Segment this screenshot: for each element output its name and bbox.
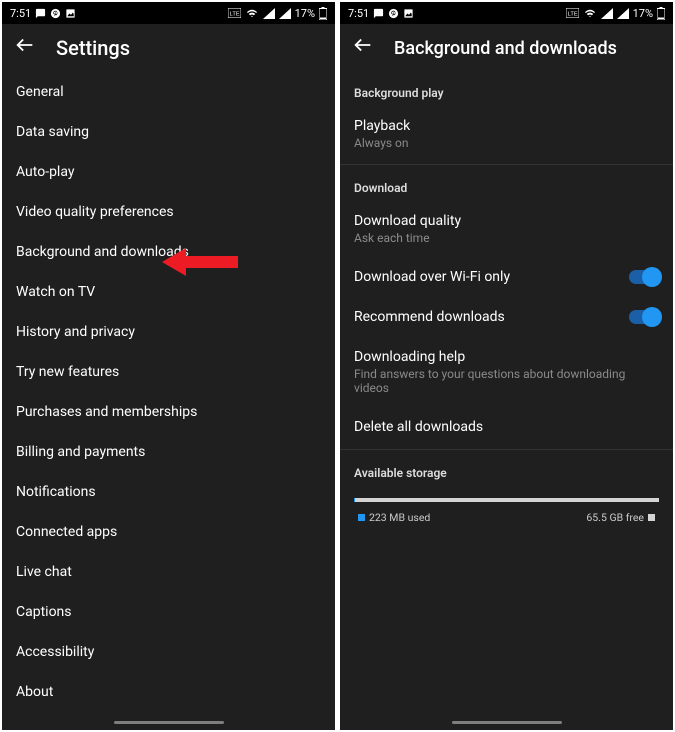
item-watch-tv[interactable]: Watch on TV <box>2 272 335 312</box>
item-about[interactable]: About <box>2 672 335 712</box>
signal-icon-1 <box>601 8 613 19</box>
status-time: 7:51 <box>10 7 31 20</box>
status-battery: 17% <box>295 7 315 20</box>
phone-background-downloads: 7:51 LTE 17% Background and downloads Ba… <box>340 2 673 730</box>
item-data-saving[interactable]: Data saving <box>2 112 335 152</box>
item-connected-apps[interactable]: Connected apps <box>2 512 335 552</box>
item-history-privacy[interactable]: History and privacy <box>2 312 335 352</box>
item-captions[interactable]: Captions <box>2 592 335 632</box>
help-sub: Find answers to your questions about dow… <box>354 367 659 395</box>
lte-icon: LTE <box>566 8 579 18</box>
page-title: Settings <box>56 36 130 60</box>
item-wifi-only[interactable]: Download over Wi-Fi only <box>340 257 673 297</box>
item-playback[interactable]: Playback Always on <box>340 106 673 162</box>
app-bar: Background and downloads <box>340 24 673 72</box>
nav-bar[interactable] <box>2 717 335 727</box>
message-icon <box>373 8 384 19</box>
recommend-toggle[interactable] <box>629 310 659 324</box>
message-icon <box>35 8 46 19</box>
signal-icon-1 <box>263 8 275 19</box>
image-icon <box>403 8 414 19</box>
section-storage: Available storage 223 MB used 65.5 GB fr… <box>340 452 673 538</box>
settings-list: General Data saving Auto-play Video qual… <box>2 72 335 730</box>
item-billing[interactable]: Billing and payments <box>2 432 335 472</box>
section-background-play: Background play <box>340 72 673 106</box>
delete-label: Delete all downloads <box>354 419 483 435</box>
item-live-chat[interactable]: Live chat <box>2 552 335 592</box>
help-label: Downloading help <box>354 349 659 365</box>
item-download-quality[interactable]: Download quality Ask each time <box>340 201 673 257</box>
quality-sub: Ask each time <box>354 231 461 245</box>
app-bar: Settings <box>2 24 335 72</box>
wifi-icon <box>245 8 259 19</box>
storage-bar <box>354 498 659 502</box>
item-notifications[interactable]: Notifications <box>2 472 335 512</box>
item-auto-play[interactable]: Auto-play <box>2 152 335 192</box>
item-delete-downloads[interactable]: Delete all downloads <box>340 407 673 447</box>
recommend-label: Recommend downloads <box>354 309 505 325</box>
image-icon <box>65 8 76 19</box>
battery-icon <box>319 7 327 20</box>
signal-icon-2 <box>279 8 291 19</box>
item-accessibility[interactable]: Accessibility <box>2 632 335 672</box>
quality-label: Download quality <box>354 213 461 229</box>
item-video-quality[interactable]: Video quality preferences <box>2 192 335 232</box>
wifi-label: Download over Wi-Fi only <box>354 269 510 285</box>
item-general[interactable]: General <box>2 72 335 112</box>
storage-used-label: 223 MB used <box>354 511 430 524</box>
pinterest-icon <box>388 8 399 19</box>
status-time: 7:51 <box>348 7 369 20</box>
bg-downloads-list: Background play Playback Always on Downl… <box>340 72 673 730</box>
item-purchases[interactable]: Purchases and memberships <box>2 392 335 432</box>
svg-text:LTE: LTE <box>229 11 239 17</box>
wifi-icon <box>583 8 597 19</box>
playback-label: Playback <box>354 118 410 134</box>
pinterest-icon <box>50 8 61 19</box>
nav-bar[interactable] <box>340 717 673 727</box>
section-download: Download <box>340 167 673 201</box>
back-icon[interactable] <box>352 34 374 62</box>
battery-icon <box>657 7 665 20</box>
item-try-new-features[interactable]: Try new features <box>2 352 335 392</box>
item-downloading-help[interactable]: Downloading help Find answers to your qu… <box>340 337 673 407</box>
page-title: Background and downloads <box>394 38 617 59</box>
signal-icon-2 <box>617 8 629 19</box>
back-icon[interactable] <box>14 34 36 62</box>
item-recommend[interactable]: Recommend downloads <box>340 297 673 337</box>
storage-header: Available storage <box>354 466 659 480</box>
status-bar: 7:51 LTE 17% <box>340 2 673 24</box>
storage-free-label: 65.5 GB free <box>586 511 659 524</box>
item-background-downloads[interactable]: Background and downloads <box>2 232 335 272</box>
playback-sub: Always on <box>354 136 410 150</box>
svg-text:LTE: LTE <box>567 11 577 17</box>
status-bar: 7:51 LTE 17% <box>2 2 335 24</box>
wifi-toggle[interactable] <box>629 270 659 284</box>
phone-settings: 7:51 LTE 17% Settings General Data savin… <box>2 2 335 730</box>
lte-icon: LTE <box>228 8 241 18</box>
status-battery: 17% <box>633 7 653 20</box>
